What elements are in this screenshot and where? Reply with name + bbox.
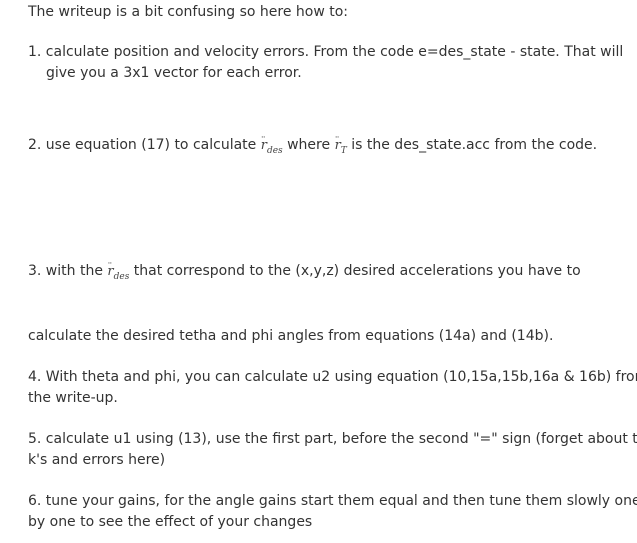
step-4-line-1: 4. With theta and phi, you can calculate…: [28, 369, 637, 385]
step-2-text-before: 2. use equation (17) to calculate: [28, 137, 261, 153]
step-6-line-2: by one to see the effect of your changes: [28, 514, 313, 530]
step-3-line-2: calculate the desired tetha and phi angl…: [28, 328, 554, 344]
step-5-line-2: k's and errors here): [28, 452, 166, 468]
intro-text: The writeup is a bit confusing so here h…: [28, 4, 349, 20]
step-3-line-1: 3. with the ¨ rdes that correspond to the…: [28, 261, 581, 287]
step-1-line-1: 1. calculate position and velocity error…: [28, 44, 624, 60]
step-3-text-before: 3. with the: [28, 263, 108, 279]
step-4-line-2: the write-up.: [28, 390, 118, 406]
step-2: 2. use equation (17) to calculate ¨ rdes …: [28, 135, 597, 161]
step-3-text-after: that correspond to the (x,y,z) desired a…: [129, 263, 581, 279]
step-6-line-1: 6. tune your gains, for the angle gains …: [28, 493, 637, 509]
step-2-text-middle: where: [282, 137, 335, 153]
r-ddot-des-symbol: ¨ rdes: [107, 262, 130, 282]
step-1-line-2: give you a 3x1 vector for each error.: [46, 65, 302, 81]
r-ddot-des-symbol: ¨ rdes: [260, 136, 283, 156]
step-5-line-1: 5. calculate u1 using (13), use the firs…: [28, 431, 637, 447]
r-ddot-t-symbol: ¨ rT: [334, 136, 347, 156]
step-2-text-after: is the des_state.acc from the code.: [346, 137, 598, 153]
